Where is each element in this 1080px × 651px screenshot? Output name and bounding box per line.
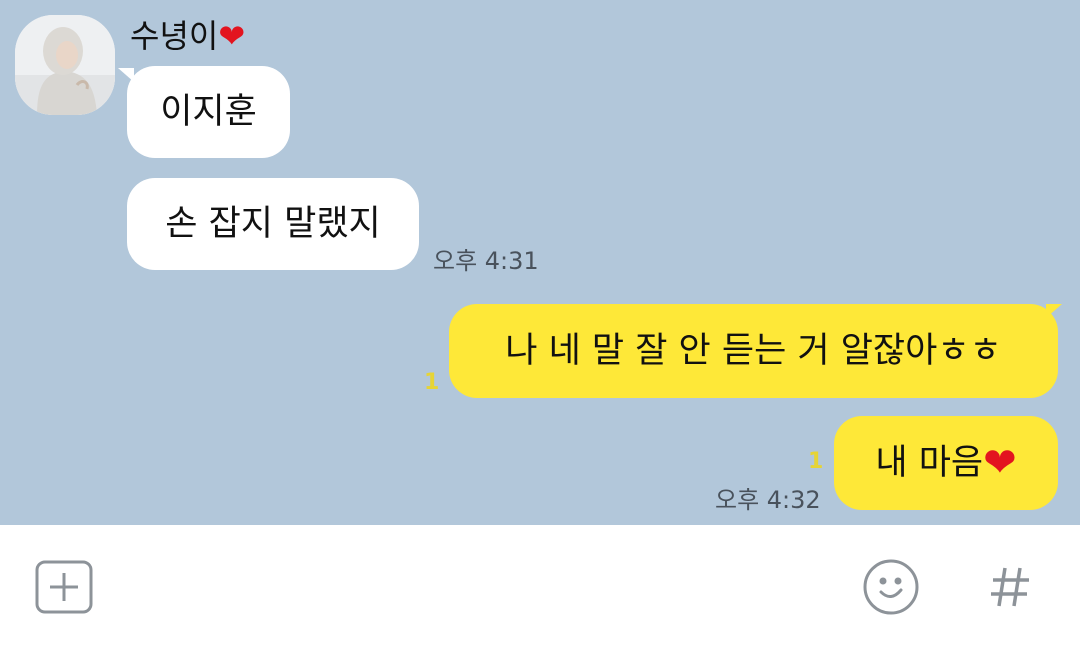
heart-icon: ❤	[218, 17, 246, 55]
sender-name-text: 수녕이	[130, 17, 219, 55]
incoming-message[interactable]: 이지훈	[127, 66, 290, 158]
heart-icon: ❤	[983, 440, 1017, 486]
avatar-image	[15, 15, 115, 115]
message-text: 나 네 말 잘 안 듣는 거 알잖아ㅎㅎ	[505, 331, 1002, 371]
message-text: 이지훈	[160, 92, 257, 132]
chat-area: 수녕이❤ 이지훈 손 잡지 말랬지 오후 4:31 1 나 네 말 잘 안 듣는…	[0, 0, 1080, 525]
message-input-bar	[0, 525, 1080, 651]
sender-avatar[interactable]	[15, 15, 115, 115]
message-timestamp: 오후 4:31	[433, 247, 539, 275]
emoticon-icon[interactable]	[862, 558, 920, 616]
sender-name: 수녕이❤	[130, 14, 245, 58]
message-text: 손 잡지 말랬지	[165, 204, 381, 244]
outgoing-message[interactable]: 나 네 말 잘 안 듣는 거 알잖아ㅎㅎ	[449, 304, 1058, 398]
outgoing-message[interactable]: 내 마음 ❤	[834, 416, 1058, 510]
incoming-message[interactable]: 손 잡지 말랬지	[127, 178, 419, 270]
message-timestamp: 오후 4:32	[715, 486, 821, 514]
unread-count: 1	[424, 370, 440, 395]
message-text: 내 마음	[875, 443, 984, 483]
unread-count: 1	[808, 449, 824, 474]
hashtag-icon[interactable]	[985, 562, 1035, 612]
plus-icon[interactable]	[35, 560, 93, 614]
